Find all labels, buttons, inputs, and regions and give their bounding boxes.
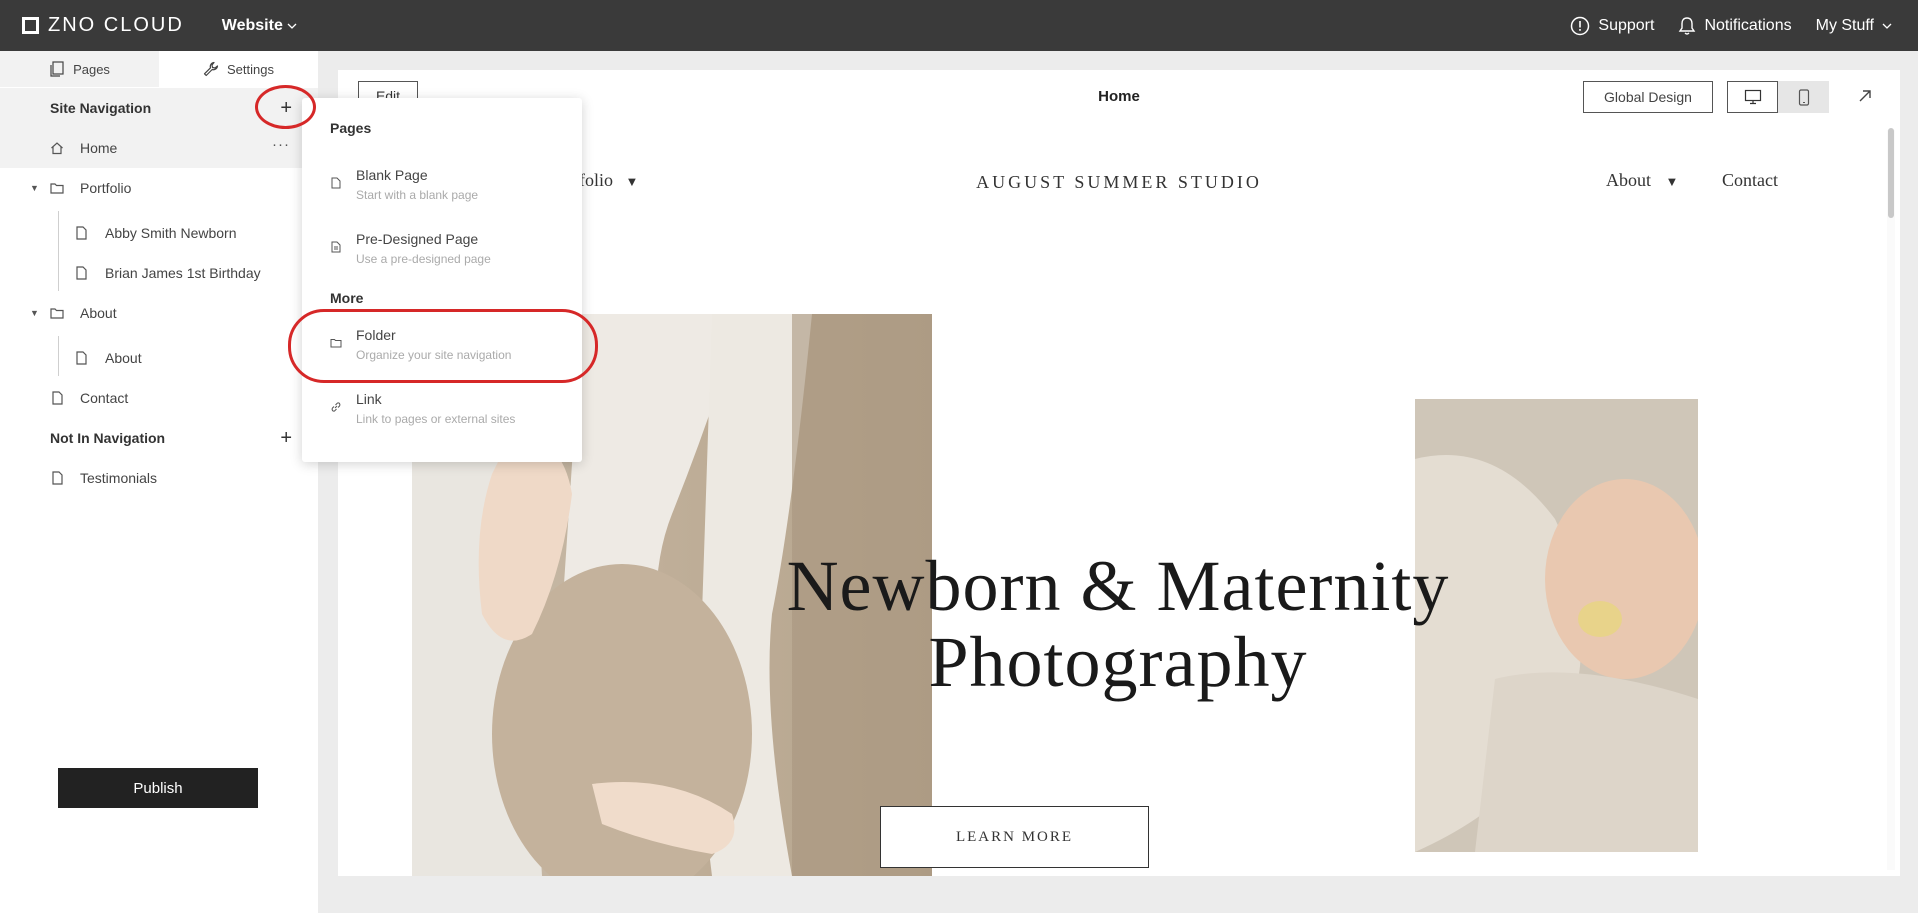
pages-icon	[50, 60, 64, 77]
top-bar: ZNO CLOUD Website Support Notifications …	[0, 0, 1918, 51]
collapse-arrow-icon[interactable]: ▼	[30, 183, 39, 193]
logo-text: ZNO CLOUD	[48, 14, 184, 36]
not-in-navigation-label: Not In Navigation	[50, 430, 166, 446]
page-icon	[331, 177, 341, 189]
not-in-navigation-header: Not In Navigation +	[0, 418, 318, 458]
link-title: Link	[356, 391, 382, 407]
pages-sidebar: Pages Settings Site Navigation + Home ··…	[0, 51, 318, 913]
pre-designed-page-subtitle: Use a pre-designed page	[356, 252, 491, 266]
learn-more-button[interactable]: LEARN MORE	[880, 806, 1149, 868]
chevron-down-icon	[1882, 23, 1892, 29]
about-page-label: About	[105, 350, 142, 366]
tab-settings[interactable]: Settings	[159, 51, 318, 87]
home-more-button[interactable]: ···	[272, 136, 290, 153]
site-nav-about[interactable]: About ▼	[1606, 170, 1678, 191]
link-subtitle: Link to pages or external sites	[356, 412, 516, 426]
website-menu[interactable]: Website	[222, 17, 297, 35]
sidebar-item-about-page[interactable]: About	[0, 338, 318, 378]
folder-subtitle: Organize your site navigation	[356, 348, 512, 362]
mobile-view-button[interactable]	[1778, 81, 1829, 113]
open-external-icon[interactable]	[1855, 86, 1875, 106]
page-icon	[52, 391, 63, 405]
website-menu-label: Website	[221, 16, 283, 34]
brian-label: Brian James 1st Birthday	[105, 265, 261, 281]
dropdown-triangle-icon: ▼	[1665, 174, 1679, 189]
my-stuff-menu[interactable]: My Stuff	[1816, 17, 1892, 35]
pre-designed-page-option[interactable]: Pre-Designed Page Use a pre-designed pag…	[302, 219, 582, 275]
publish-button[interactable]: Publish	[58, 768, 258, 808]
mobile-icon	[1798, 88, 1809, 106]
dropdown-pages-heading: Pages	[330, 120, 372, 136]
add-page-button[interactable]: +	[280, 97, 292, 120]
home-label: Home	[80, 140, 118, 156]
contact-label: Contact	[80, 390, 129, 406]
sidebar-tabs: Pages Settings	[0, 51, 318, 87]
page-icon	[76, 351, 87, 365]
link-icon	[331, 402, 341, 412]
sidebar-item-abby-smith-newborn[interactable]: Abby Smith Newborn	[0, 213, 318, 253]
support-button[interactable]: Support	[1570, 16, 1654, 36]
sidebar-item-portfolio[interactable]: ▼ Portfolio	[0, 168, 318, 208]
template-page-icon	[331, 241, 341, 253]
dropdown-more-heading: More	[330, 290, 364, 306]
zno-cloud-logo[interactable]: ZNO CLOUD	[22, 14, 184, 37]
alert-circle-icon	[1571, 16, 1590, 35]
tab-settings-label: Settings	[227, 61, 274, 77]
zno-logo-icon	[22, 17, 39, 34]
wrench-icon	[203, 61, 219, 77]
page-icon	[52, 471, 63, 485]
site-nav-about-label: About	[1606, 170, 1651, 190]
support-label: Support	[1598, 16, 1655, 34]
sidebar-item-brian-james[interactable]: Brian James 1st Birthday	[0, 253, 318, 293]
collapse-arrow-icon[interactable]: ▼	[30, 308, 39, 318]
site-navigation-header: Site Navigation +	[0, 88, 318, 128]
sidebar-item-about-folder[interactable]: ▼ About	[0, 293, 318, 333]
chevron-down-icon	[287, 23, 297, 29]
folder-option[interactable]: Folder Organize your site navigation	[302, 315, 582, 371]
sidebar-item-home[interactable]: Home ···	[0, 128, 318, 168]
sidebar-item-testimonials[interactable]: Testimonials	[0, 458, 318, 498]
hero-title-line1: Newborn & Maternity	[786, 546, 1450, 626]
desktop-view-button[interactable]	[1727, 81, 1778, 113]
hero-title: Newborn & Maternity Photography	[718, 548, 1518, 700]
page-icon	[76, 226, 87, 240]
notifications-label: Notifications	[1704, 16, 1792, 34]
blank-page-option[interactable]: Blank Page Start with a blank page	[302, 155, 582, 211]
site-navigation-label: Site Navigation	[50, 100, 152, 116]
desktop-icon	[1744, 89, 1761, 105]
tab-pages-label: Pages	[73, 61, 110, 77]
pre-designed-page-title: Pre-Designed Page	[356, 231, 479, 247]
folder-icon	[50, 183, 64, 194]
bell-icon	[1679, 16, 1696, 35]
folder-icon	[50, 308, 64, 319]
hero-title-line2: Photography	[928, 622, 1308, 702]
site-nav-contact[interactable]: Contact	[1722, 170, 1778, 191]
sidebar-item-contact[interactable]: Contact	[0, 378, 318, 418]
global-design-button[interactable]: Global Design	[1583, 81, 1713, 113]
testimonials-label: Testimonials	[80, 470, 158, 486]
link-option[interactable]: Link Link to pages or external sites	[302, 379, 582, 435]
notifications-button[interactable]: Notifications	[1678, 16, 1792, 36]
my-stuff-label: My Stuff	[1815, 16, 1874, 34]
tab-pages[interactable]: Pages	[0, 51, 159, 87]
device-toggle	[1727, 81, 1830, 113]
preview-scrollbar[interactable]	[1887, 130, 1895, 870]
about-folder-label: About	[80, 305, 117, 321]
home-icon	[51, 142, 63, 155]
page-icon	[76, 266, 87, 280]
blank-page-title: Blank Page	[356, 167, 428, 183]
blank-page-subtitle: Start with a blank page	[356, 188, 479, 202]
folder-title: Folder	[356, 327, 396, 343]
abby-label: Abby Smith Newborn	[105, 225, 237, 241]
folder-plus-icon	[330, 339, 342, 348]
add-page-dropdown: Pages Blank Page Start with a blank page…	[302, 98, 582, 462]
add-hidden-page-button[interactable]: +	[280, 427, 292, 450]
portfolio-label: Portfolio	[80, 180, 132, 196]
